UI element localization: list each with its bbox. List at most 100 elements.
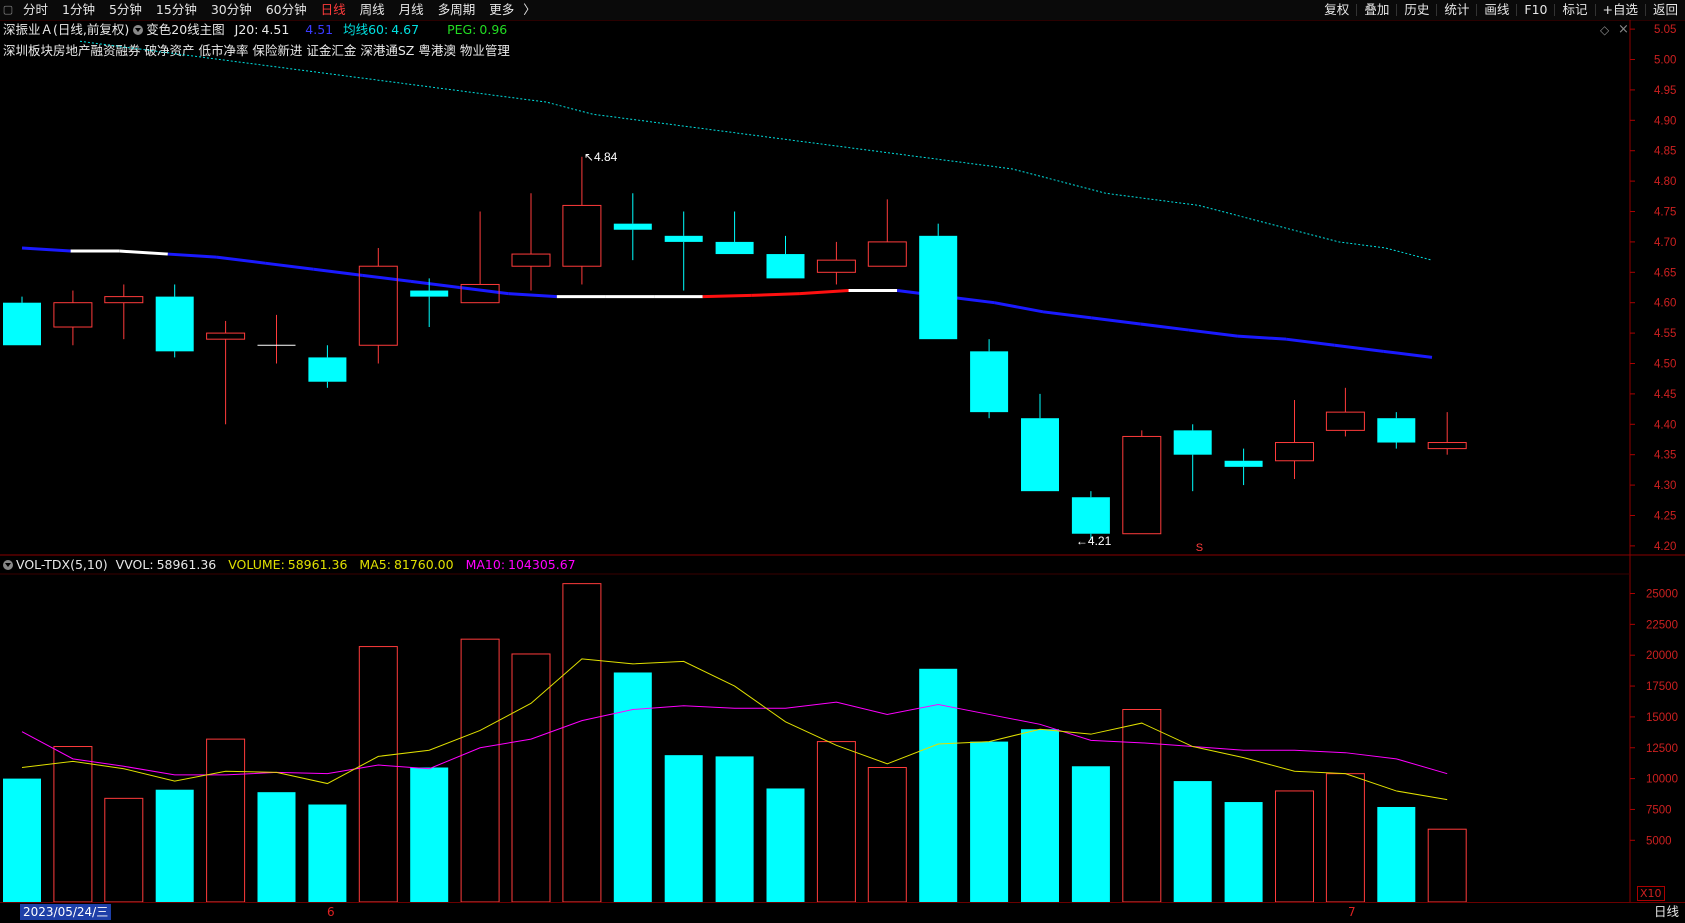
candle-body-up — [1427, 442, 1467, 450]
price-tick-label: 5.05 — [1654, 24, 1676, 36]
candle-body-down — [1021, 418, 1059, 492]
scale-x10-label[interactable]: X10 — [1637, 886, 1665, 901]
j20-segment — [1237, 334, 1287, 341]
candle-body-up — [206, 332, 246, 340]
candle-body-up — [104, 296, 144, 304]
volume-bar-down — [1224, 802, 1263, 902]
price-tick-label: 5.00 — [1654, 55, 1676, 67]
volume-tick-label: 10000 — [1646, 774, 1678, 786]
month-label-7: 7 — [1348, 905, 1356, 919]
j20-segment — [1334, 343, 1384, 353]
volume-tick-label: 15000 — [1646, 712, 1678, 724]
volume-bar-up — [1427, 828, 1467, 903]
j20-segment — [1383, 349, 1433, 359]
volume-bar-down — [3, 778, 41, 902]
price-tick-label: 4.45 — [1654, 389, 1676, 401]
volume-bar-down — [613, 672, 652, 902]
candle-body-down — [664, 235, 703, 242]
price-tick-label: 4.30 — [1654, 480, 1676, 492]
candle-body-down — [155, 296, 194, 352]
volume-bar-down — [970, 741, 1009, 902]
volume-tick-label: 25000 — [1646, 589, 1678, 601]
cursor-date-label: 2023/05/24/三 — [20, 904, 112, 920]
price-tick-label: 4.55 — [1654, 328, 1676, 340]
volume-bar-down — [919, 668, 958, 902]
sell-signal-marker: S — [1196, 542, 1203, 554]
volume-bar-down — [410, 767, 449, 902]
price-tick-label: 4.95 — [1654, 85, 1676, 97]
volume-tick-label: 20000 — [1646, 650, 1678, 662]
candle-body-down — [1377, 418, 1416, 443]
volume-bar-up — [460, 638, 500, 903]
volume-bar-down — [664, 755, 703, 902]
price-tick-label: 4.70 — [1654, 237, 1676, 249]
j20-segment — [313, 267, 363, 277]
volume-bar-up — [104, 797, 144, 903]
candle-body-up — [1275, 442, 1314, 462]
candle-body-down — [970, 351, 1009, 413]
volume-tick-label: 17500 — [1646, 681, 1678, 693]
j20-segment — [799, 289, 849, 296]
volume-bar-up — [867, 766, 907, 903]
candle-body-down — [1224, 460, 1263, 467]
j20-segment — [410, 279, 460, 289]
volume-bar-down — [715, 756, 754, 902]
j20-segment — [264, 261, 314, 271]
candle-body-down — [3, 302, 41, 346]
j20-segment — [508, 292, 557, 299]
candle-body-up — [816, 259, 856, 273]
volume-bar-up — [562, 583, 602, 903]
price-tick-label: 4.35 — [1654, 450, 1676, 462]
volume-tick-label: 5000 — [1646, 835, 1672, 847]
volume-bar-down — [257, 792, 296, 902]
candle-body-up — [867, 241, 907, 267]
candle-body-down — [766, 254, 805, 279]
candle-body-down — [1173, 430, 1212, 455]
volume-bar-up — [53, 746, 93, 903]
candle-body-down — [919, 235, 958, 340]
candle-body-up — [53, 302, 93, 328]
price-tick-label: 4.80 — [1654, 176, 1676, 188]
ma60-line — [79, 40, 1433, 261]
volume-bar-up — [1122, 709, 1162, 903]
price-tick-label: 4.50 — [1654, 358, 1676, 370]
j20-segment — [167, 252, 217, 259]
j20-segment — [702, 293, 752, 299]
j20-segment — [119, 249, 168, 256]
volume-bar-up — [1275, 790, 1314, 903]
candle-body-down — [613, 223, 652, 230]
volume-bar-down — [1071, 766, 1110, 902]
price-tick-label: 4.40 — [1654, 419, 1676, 431]
volume-bar-down — [1377, 806, 1416, 902]
candle-body-down — [410, 290, 449, 297]
volume-bar-up — [816, 741, 856, 903]
price-tick-label: 4.85 — [1654, 146, 1676, 158]
j20-segment — [751, 292, 800, 297]
candle-body-down — [715, 241, 754, 255]
period-label[interactable]: 日线 — [1654, 904, 1679, 920]
candle-body-up — [511, 253, 551, 267]
j20-segment — [459, 286, 509, 296]
volume-bar-down — [155, 789, 194, 902]
candle-body-up — [1325, 411, 1365, 431]
low-price-label: ←4.21 — [1076, 534, 1112, 548]
volume-tick-label: 12500 — [1646, 743, 1678, 755]
candlestick-chart[interactable]: 5.05 5.00 4.95 4.90 4.85 4.80 4.75 4.70 4.65 4.60… — [0, 0, 1685, 922]
high-price-label: ↖4.84 — [584, 150, 618, 164]
candle-body-up — [1122, 435, 1162, 535]
candle-body-down — [1071, 497, 1110, 534]
volume-bar-up — [358, 646, 398, 903]
price-tick-label: 4.75 — [1654, 207, 1676, 219]
j20-segment — [362, 273, 412, 283]
candle-body-down — [308, 357, 347, 382]
j20-segment — [1140, 322, 1190, 332]
price-tick-label: 4.65 — [1654, 267, 1676, 279]
j20-segment — [1285, 337, 1335, 347]
j20-segment — [1091, 316, 1141, 326]
j20-segment — [1042, 310, 1092, 320]
j20-segment — [21, 246, 71, 253]
month-label-6: 6 — [327, 905, 335, 919]
candle-body-up — [562, 204, 602, 267]
j20-segment — [994, 301, 1044, 314]
price-tick-label: 4.25 — [1654, 510, 1676, 522]
